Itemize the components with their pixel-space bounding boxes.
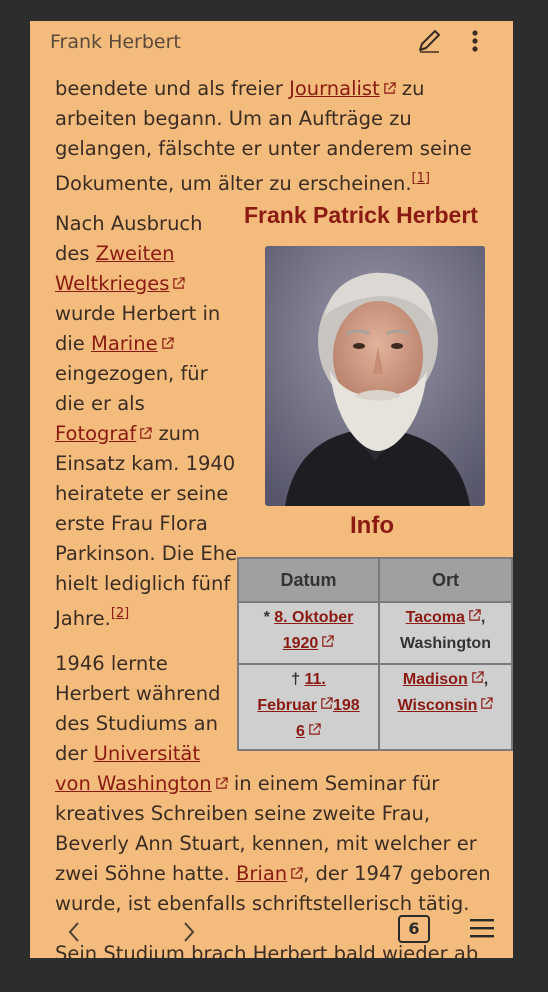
external-link-icon <box>161 337 174 349</box>
paragraph-2-line: Parkinson. Die Ehe <box>55 542 238 565</box>
more-vertical-icon[interactable] <box>465 27 485 55</box>
paragraph-3-line: Beverly Ann Stuart, kennen, mit welcher … <box>55 832 477 855</box>
external-link-icon <box>321 697 333 709</box>
link-zweiten-weltkrieges[interactable]: Weltkrieges <box>55 272 169 295</box>
external-link-icon <box>471 671 484 683</box>
external-link-icon <box>383 82 396 94</box>
external-link-icon <box>309 723 321 735</box>
external-link-icon <box>215 777 228 789</box>
reference-1[interactable]: [1] <box>412 171 430 186</box>
death-date-cell: † 11. Februar 198 6 <box>236 663 381 751</box>
external-link-icon <box>291 867 303 879</box>
infobox-title: Frank Patrick Herbert <box>244 202 478 228</box>
reference-2[interactable]: [2] <box>111 606 129 621</box>
paragraph-3-line: Herbert während <box>55 682 221 705</box>
external-link-icon <box>481 697 494 709</box>
link-universitaet-washington[interactable]: Universität <box>94 742 200 765</box>
paragraph-3-line: kreatives Schreiben seine zweite Frau, <box>55 802 431 825</box>
link-journalist[interactable]: Journalist <box>289 77 380 100</box>
link-fotograf[interactable]: Fotograf <box>55 422 136 445</box>
link-wisconsin[interactable]: Wisconsin <box>398 697 478 714</box>
tab-count-button[interactable]: 6 <box>398 915 430 943</box>
paragraph-3-line: des Studiums an <box>55 712 218 735</box>
link-marine[interactable]: Marine <box>91 332 158 355</box>
column-header-datum: Datum <box>236 557 381 603</box>
infobox-section-heading: Info <box>350 512 394 539</box>
book-title: Frank Herbert <box>50 31 181 53</box>
paragraph-2-line: die er als <box>55 392 145 415</box>
paragraph-1-line-2: arbeiten begann. Um an Aufträge zu <box>55 107 412 130</box>
link-brian[interactable]: Brian <box>236 862 287 885</box>
paragraph-3-line: von Washington in einem Seminar für <box>55 772 440 795</box>
birth-date-cell: * 8. Oktober 1920 <box>236 601 381 665</box>
article-page: beendete und als freier Journalist zu ar… <box>30 21 513 958</box>
external-link-icon <box>322 635 334 647</box>
link-11-februar[interactable]: Februar <box>257 697 317 714</box>
paragraph-2-line: Fotograf zum <box>55 422 201 445</box>
paragraph-2-line: des Zweiten <box>55 242 175 265</box>
link-1986[interactable]: 6 <box>296 723 305 740</box>
reader-header: Frank Herbert <box>30 21 513 63</box>
paragraph-3-line: der Universität <box>55 742 201 765</box>
paragraph-3-line: 1946 lernte <box>55 652 168 675</box>
paragraph-1-line-4: Dokumente, um älter zu erscheinen.[1] <box>55 171 430 195</box>
external-link-icon <box>469 609 481 621</box>
paragraph-2-line: wurde Herbert in <box>55 302 221 325</box>
paragraph-2-line: Weltkrieges <box>55 269 186 299</box>
portrait-image <box>265 246 485 506</box>
hamburger-menu-icon[interactable] <box>470 917 494 939</box>
paragraph-2-line: Jahre.[2] <box>55 606 130 630</box>
death-place-cell: Madison, Wisconsin <box>378 663 513 751</box>
link-1986[interactable]: 198 <box>333 697 360 714</box>
paragraph-2-line: Einsatz kam. 1940 <box>55 452 236 475</box>
link-madison[interactable]: Madison <box>403 671 468 688</box>
paragraph-1-line-3: gelangen, fälschte er unter anderem sein… <box>55 137 472 160</box>
paragraph-2-line: heiratete er seine <box>55 482 229 505</box>
paragraph-3-line: zwei Söhne hatte. Brian, der 1947 gebore… <box>55 862 491 885</box>
link-1920[interactable]: 1920 <box>283 635 319 652</box>
paragraph-2-line: die Marine <box>55 329 174 359</box>
pencil-icon[interactable] <box>415 27 443 55</box>
external-link-icon <box>173 277 186 289</box>
portrait-photo[interactable] <box>265 246 485 506</box>
link-tacoma[interactable]: Tacoma <box>406 609 465 626</box>
link-universitaet-washington[interactable]: von Washington <box>55 772 212 795</box>
link-zweiten-weltkrieges[interactable]: Zweiten <box>96 242 175 265</box>
paragraph-2-line: Nach Ausbruch <box>55 212 203 235</box>
article-content: beendete und als freier Journalist zu ar… <box>30 21 513 958</box>
reader-footer: 6 <box>30 913 513 958</box>
paragraph-2-line: eingezogen, für <box>55 362 208 385</box>
link-8-oktober[interactable]: 8. Oktober <box>274 609 353 626</box>
link-11-februar[interactable]: 11. <box>305 671 326 688</box>
paragraph-2-line: erste Frau Flora <box>55 512 208 535</box>
chevron-right-icon[interactable] <box>180 919 198 945</box>
paragraph-1-line-1: beendete und als freier Journalist zu <box>55 77 425 100</box>
infobox-table: Datum Ort * 8. Oktober 1920 Tacoma, Washin… <box>236 557 513 751</box>
chevron-left-icon[interactable] <box>65 919 83 945</box>
external-link-icon <box>140 427 152 439</box>
birth-place-cell: Tacoma, Washington <box>378 601 513 665</box>
column-header-ort: Ort <box>378 557 513 603</box>
paragraph-2-line: hielt lediglich fünf <box>55 572 231 595</box>
